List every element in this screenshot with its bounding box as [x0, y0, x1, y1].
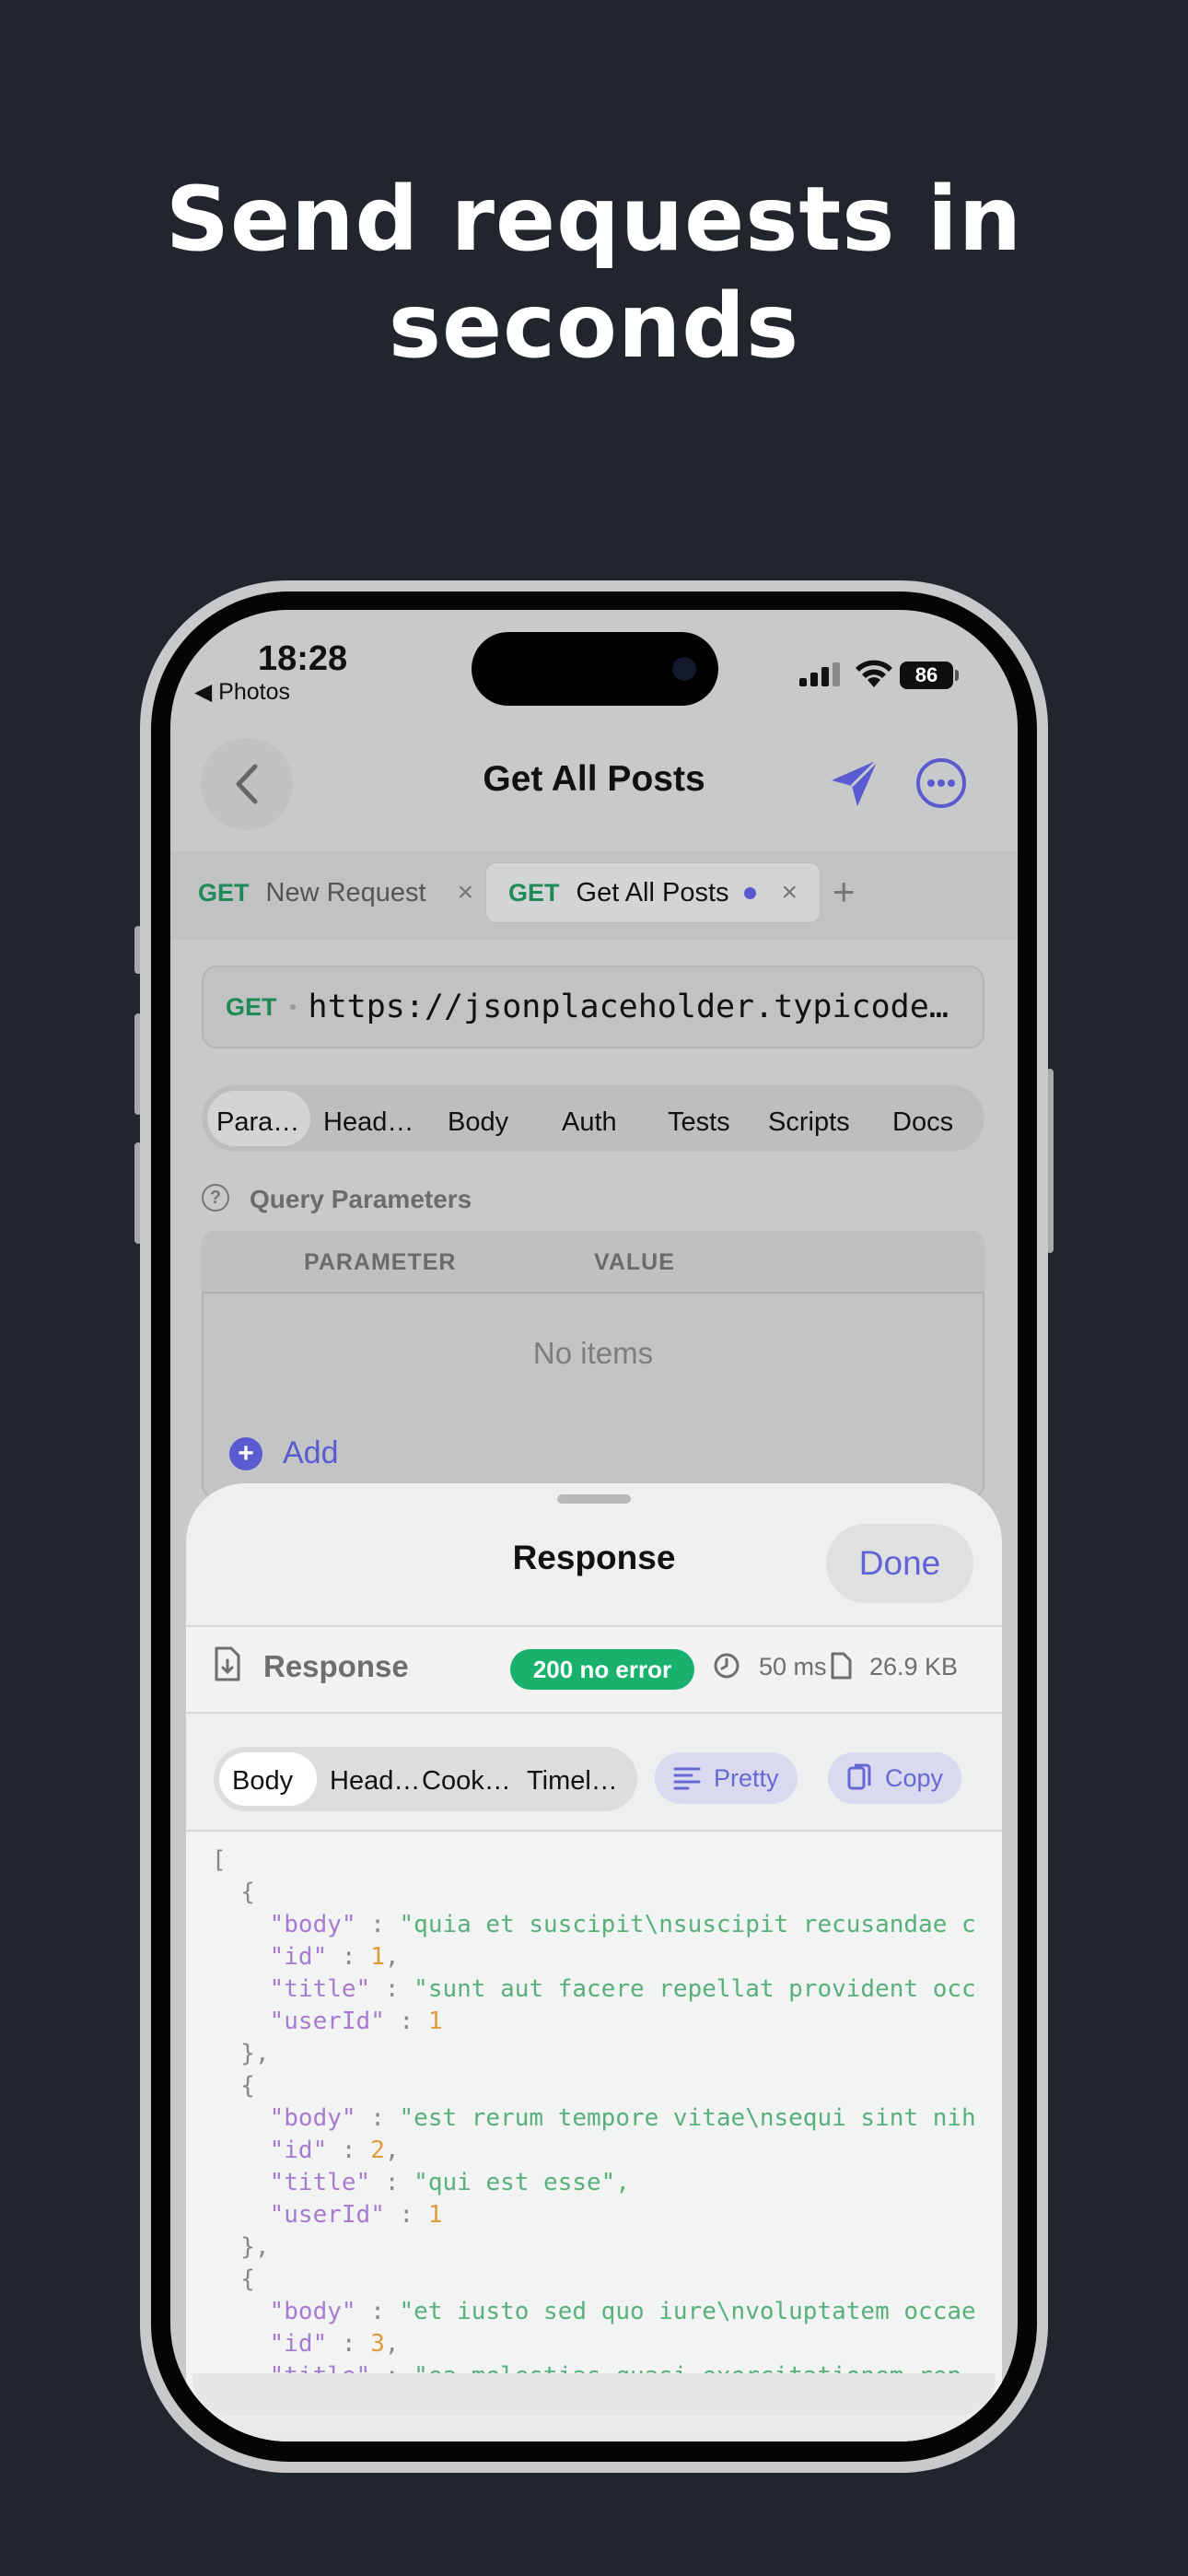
pretty-button[interactable]: Pretty — [655, 1752, 798, 1804]
camera-icon — [672, 657, 696, 681]
code-line: "id" : 1, — [269, 1943, 400, 1971]
json-code: [ { "body" : "quia et suscipit\nsuscipit… — [212, 1844, 976, 2393]
status-time: 18:28 — [258, 639, 348, 678]
sheet-grabber[interactable] — [557, 1494, 631, 1504]
toolbar-blurred — [192, 2373, 996, 2416]
headline-line-2: seconds — [388, 275, 800, 378]
file-icon — [831, 1652, 852, 1680]
send-icon[interactable] — [824, 753, 885, 814]
add-tab-button[interactable]: + — [833, 870, 856, 914]
code-line: "userId" : 1 — [269, 2201, 443, 2229]
page-title: Get All Posts — [483, 759, 705, 799]
code-line: "userId" : 1 — [269, 2008, 443, 2035]
tab-body[interactable]: Body — [448, 1107, 508, 1138]
code-line: }, — [240, 2233, 270, 2261]
tab-label: New Request — [265, 877, 426, 907]
battery-icon: 86 — [900, 662, 953, 689]
code-line: { — [240, 1879, 255, 1906]
tab-response-cookies[interactable]: Cook… — [422, 1766, 511, 1797]
tab-response-timeline[interactable]: Timel… — [527, 1766, 618, 1797]
signal-icon — [799, 662, 845, 686]
code-line: }, — [240, 2040, 270, 2067]
separator-dot — [289, 1004, 296, 1010]
headline: Send requests in seconds — [0, 166, 1188, 380]
column-parameter: PARAMETER — [304, 1249, 457, 1275]
tab-label: Get All Posts — [576, 877, 729, 907]
code-line: { — [240, 2072, 255, 2100]
tab-response-body[interactable]: Body — [232, 1766, 293, 1797]
code-line: { — [240, 2266, 255, 2293]
url-text: https://jsonplaceholder.typicode… — [308, 989, 949, 1025]
response-sheet: Response Done Response 200 no error 50 m… — [186, 1483, 1002, 2441]
help-icon[interactable]: ? — [202, 1184, 229, 1212]
back-to-photos-link[interactable]: ◀ Photos — [194, 678, 290, 706]
tab-method: GET — [508, 878, 560, 907]
unsaved-dot-icon — [743, 886, 756, 899]
response-body-viewer[interactable]: [ { "body" : "quia et suscipit\nsuscipit… — [186, 1833, 1002, 2441]
copy-button[interactable]: Copy — [828, 1752, 962, 1804]
document-download-icon — [215, 1646, 240, 1681]
status-badge: 200 no error — [510, 1649, 694, 1690]
phone-screen: 18:28 ◀ Photos 86 Get All Posts GET New … — [170, 610, 1018, 2441]
more-options-icon[interactable] — [914, 756, 968, 810]
battery-tip — [955, 670, 959, 681]
code-line: "body" : "et iusto sed quo iure\nvolupta… — [269, 2298, 976, 2325]
close-icon[interactable]: × — [782, 877, 798, 908]
tab-response-headers[interactable]: Head… — [330, 1766, 420, 1797]
tab-params[interactable]: Para… — [216, 1107, 299, 1138]
align-left-icon — [673, 1767, 701, 1790]
code-line: "id" : 2, — [269, 2137, 400, 2164]
add-parameter-button[interactable]: Add — [283, 1435, 339, 1471]
tab-auth[interactable]: Auth — [562, 1107, 617, 1138]
tab-method: GET — [198, 878, 250, 907]
wifi-icon — [856, 660, 892, 687]
response-time: 50 ms — [759, 1653, 827, 1680]
tab-get-all-posts[interactable]: GET Get All Posts × — [485, 862, 821, 923]
code-line: "title" : "qui est esse", — [269, 2169, 630, 2196]
chevron-left-icon — [236, 764, 258, 804]
dynamic-island — [472, 632, 718, 706]
code-line: "body" : "quia et suscipit\nsuscipit rec… — [269, 1911, 976, 1938]
response-size: 26.9 KB — [869, 1653, 959, 1680]
code-line: "id" : 3, — [269, 2330, 400, 2358]
clock-icon — [714, 1653, 740, 1679]
code-line: [ — [212, 1846, 227, 1874]
section-title: Query Parameters — [250, 1185, 472, 1213]
close-icon[interactable]: × — [458, 877, 474, 908]
back-button[interactable] — [201, 738, 293, 830]
pretty-label: Pretty — [714, 1763, 779, 1792]
method-selector[interactable]: GET — [226, 993, 277, 1022]
column-value: VALUE — [594, 1249, 675, 1275]
done-button[interactable]: Done — [826, 1524, 973, 1603]
code-line: "title" : "sunt aut facere repellat prov… — [269, 1975, 976, 2003]
headline-line-1: Send requests in — [165, 168, 1023, 271]
empty-state: No items — [532, 1336, 654, 1370]
tab-tests[interactable]: Tests — [668, 1107, 730, 1138]
url-field[interactable]: GET https://jsonplaceholder.typicode… — [202, 966, 984, 1048]
clipboard-icon — [847, 1763, 871, 1790]
copy-label: Copy — [885, 1763, 944, 1792]
tab-docs[interactable]: Docs — [892, 1107, 953, 1138]
code-line: "body" : "est rerum tempore vitae\nsequi… — [269, 2104, 976, 2132]
response-label: Response — [263, 1649, 409, 1683]
add-icon[interactable]: + — [229, 1437, 262, 1470]
tab-headers[interactable]: Head… — [323, 1107, 413, 1138]
tab-new-request[interactable]: GET New Request × — [198, 862, 473, 923]
tab-scripts[interactable]: Scripts — [768, 1107, 850, 1138]
